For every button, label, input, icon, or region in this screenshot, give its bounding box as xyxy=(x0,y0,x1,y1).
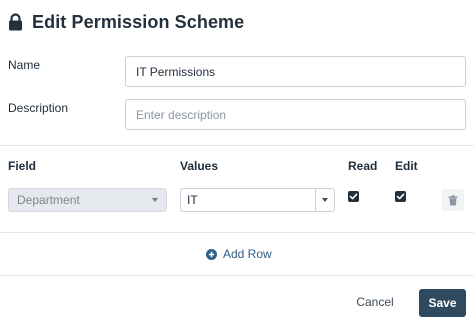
edit-checkbox[interactable] xyxy=(395,191,406,202)
divider xyxy=(0,145,474,146)
field-select-value: Department xyxy=(17,193,80,207)
dialog-header: Edit Permission Scheme xyxy=(8,11,244,33)
add-row-label: Add Row xyxy=(223,247,272,261)
edit-column-header: Edit xyxy=(395,159,418,173)
add-row-button[interactable]: Add Row xyxy=(206,246,272,262)
description-label: Description xyxy=(8,101,69,115)
divider xyxy=(0,232,474,233)
edit-permission-scheme-dialog: Edit Permission Scheme Name Description … xyxy=(0,0,474,326)
divider xyxy=(0,275,474,276)
save-button[interactable]: Save xyxy=(419,289,466,317)
values-dropdown-toggle[interactable] xyxy=(316,189,334,211)
values-select[interactable]: IT xyxy=(180,188,335,212)
field-select[interactable]: Department xyxy=(8,188,167,212)
values-column-header: Values xyxy=(180,159,219,173)
description-input[interactable] xyxy=(125,99,466,130)
field-column-header: Field xyxy=(8,159,37,173)
delete-row-button[interactable] xyxy=(442,189,464,211)
read-checkbox[interactable] xyxy=(348,191,359,202)
chevron-down-icon xyxy=(152,198,158,202)
dialog-title: Edit Permission Scheme xyxy=(32,11,245,32)
name-input[interactable] xyxy=(125,56,466,87)
check-icon xyxy=(349,193,358,200)
chevron-down-icon xyxy=(322,198,328,202)
read-column-header: Read xyxy=(348,159,378,173)
cancel-button[interactable]: Cancel xyxy=(349,291,401,313)
trash-icon xyxy=(448,194,458,205)
check-icon xyxy=(396,193,405,200)
name-label: Name xyxy=(8,58,41,72)
values-select-value: IT xyxy=(187,193,198,207)
plus-circle-icon xyxy=(206,248,217,260)
lock-icon xyxy=(8,12,24,32)
